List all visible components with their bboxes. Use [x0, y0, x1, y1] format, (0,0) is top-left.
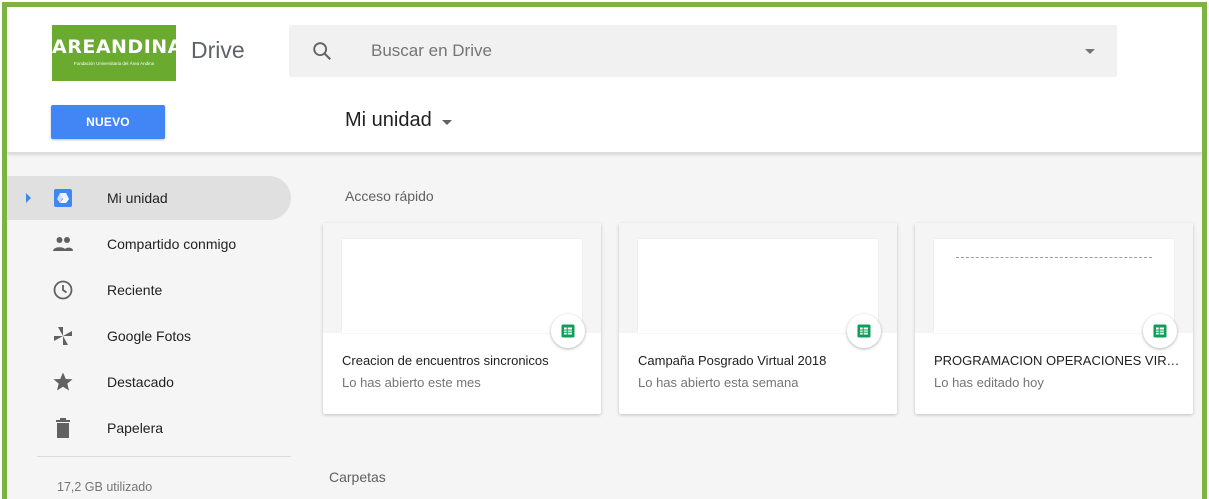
sidebar-item-google-fotos[interactable]: Google Fotos	[7, 314, 291, 358]
sidebar-divider	[37, 456, 291, 457]
sidebar-item-label: Reciente	[107, 282, 163, 298]
spreadsheet-icon	[551, 314, 585, 348]
trash-icon	[56, 418, 70, 438]
drive-icon	[54, 189, 72, 207]
file-activity: Lo has abierto este mes	[342, 375, 481, 390]
file-title: PROGRAMACION OPERACIONES VIRTUALES	[934, 353, 1182, 368]
pinwheel-icon	[54, 327, 72, 345]
folders-title: Carpetas	[329, 469, 386, 485]
file-title: Campaña Posgrado Virtual 2018	[638, 353, 827, 368]
spreadsheet-icon	[847, 314, 881, 348]
location-label: Mi unidad	[345, 109, 432, 131]
file-activity: Lo has abierto esta semana	[638, 375, 799, 390]
top-bar: AREANDINA Fundación Universitaria del Ár…	[7, 7, 1202, 153]
search-options-caret-icon[interactable]	[1085, 49, 1095, 54]
sidebar-item-mi-unidad[interactable]: Mi unidad	[7, 176, 291, 220]
sidebar-item-papelera[interactable]: Papelera	[7, 406, 291, 450]
storage-usage[interactable]: 17,2 GB utilizado	[57, 480, 152, 494]
clock-icon	[53, 280, 73, 300]
search-bar[interactable]	[289, 25, 1117, 77]
search-input[interactable]	[371, 39, 971, 63]
location-dropdown[interactable]: Mi unidad	[345, 109, 452, 132]
sidebar: Mi unidad Compartido conmigo Reciente Go…	[7, 154, 307, 499]
sidebar-item-destacado[interactable]: Destacado	[7, 360, 291, 404]
people-icon	[53, 237, 73, 251]
quick-access-card[interactable]: Creacion de encuentros sincronicos Lo ha…	[323, 223, 601, 414]
sidebar-item-compartido[interactable]: Compartido conmigo	[7, 222, 291, 266]
logo-subtext: Fundación Universitaria del Área Andina	[73, 61, 155, 66]
sidebar-item-label: Mi unidad	[107, 190, 168, 206]
file-thumbnail	[934, 239, 1174, 333]
sidebar-item-label: Destacado	[107, 374, 174, 390]
app-title: Drive	[191, 37, 245, 63]
quick-access-card[interactable]: Campaña Posgrado Virtual 2018 Lo has abi…	[619, 223, 897, 414]
window-frame: AREANDINA Fundación Universitaria del Ár…	[2, 2, 1207, 499]
logo-text: AREANDINA	[52, 36, 183, 58]
sidebar-item-label: Google Fotos	[107, 328, 192, 344]
file-activity: Lo has editado hoy	[934, 375, 1044, 390]
quick-access-title: Acceso rápido	[345, 188, 434, 204]
spreadsheet-icon	[1143, 314, 1177, 348]
areandina-logo[interactable]: AREANDINA Fundación Universitaria del Ár…	[52, 25, 183, 81]
star-icon	[53, 372, 73, 391]
new-button[interactable]: NUEVO	[51, 105, 165, 139]
sidebar-item-reciente[interactable]: Reciente	[7, 268, 291, 312]
expand-arrow-icon[interactable]	[26, 193, 31, 203]
file-thumbnail	[638, 239, 878, 333]
search-icon[interactable]	[311, 40, 333, 62]
file-thumbnail	[342, 239, 582, 333]
file-title: Creacion de encuentros sincronicos	[342, 353, 549, 368]
thumbnail-text-line	[956, 257, 1152, 258]
chevron-down-icon	[441, 119, 452, 125]
sidebar-item-label: Papelera	[107, 420, 164, 436]
sidebar-item-label: Compartido conmigo	[107, 236, 237, 252]
quick-access-card[interactable]: PROGRAMACION OPERACIONES VIRTUALES Lo ha…	[915, 223, 1193, 414]
